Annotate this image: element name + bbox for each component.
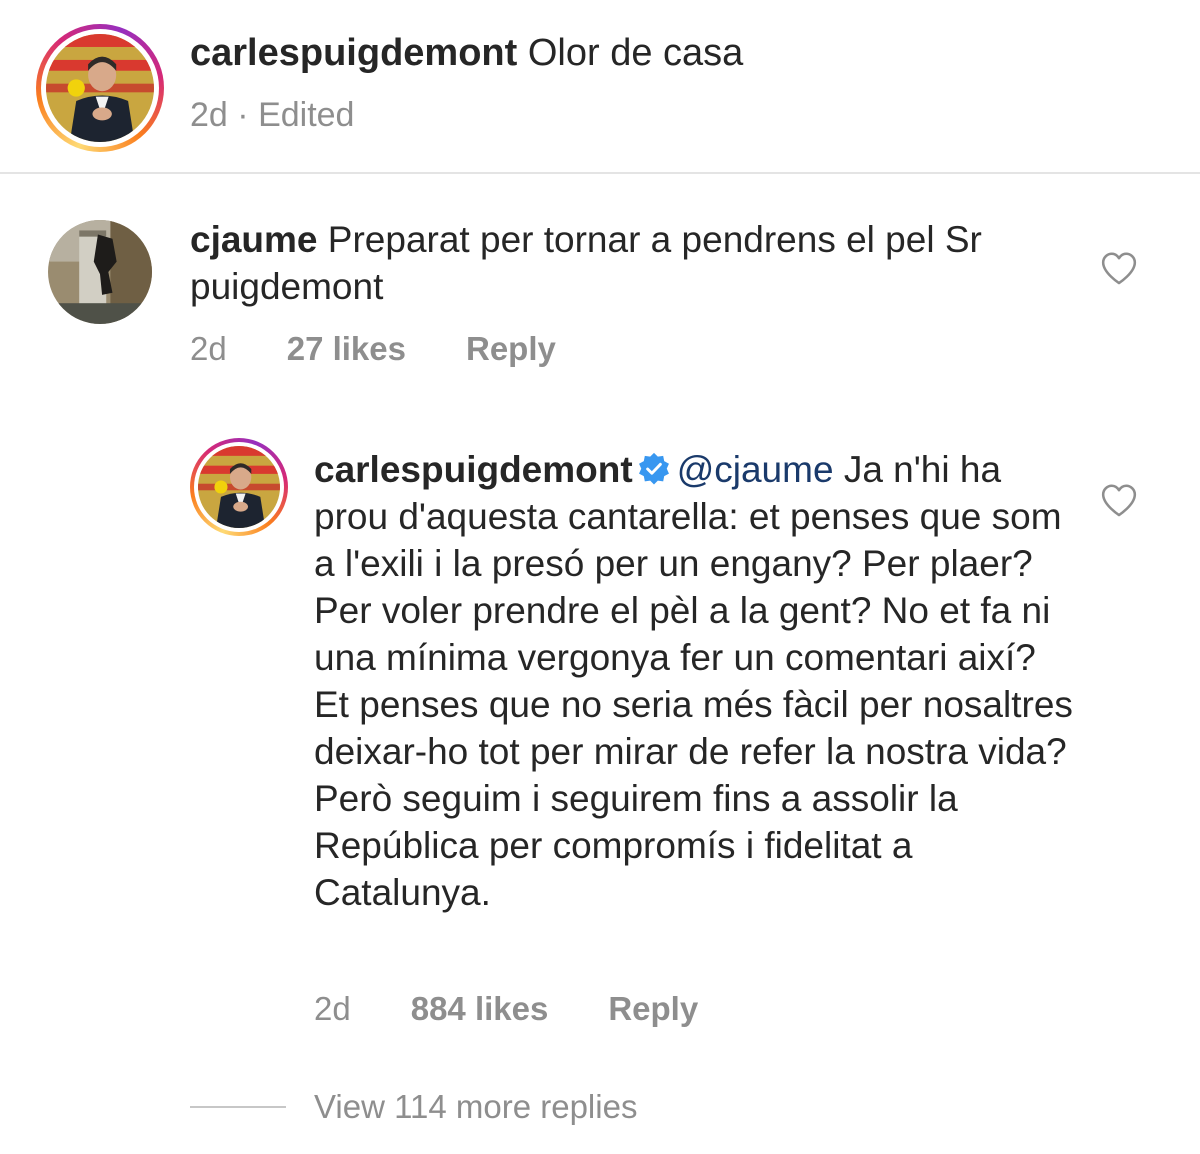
comment-likes[interactable]: 27 likes xyxy=(287,330,406,368)
comment-reply-button[interactable]: Reply xyxy=(466,330,556,368)
heart-icon[interactable] xyxy=(1100,482,1138,518)
post-meta: 2d · Edited xyxy=(190,96,354,135)
reply-text: Ja n'hi ha prou d'aquesta cantarella: et… xyxy=(314,449,1073,913)
heart-icon[interactable] xyxy=(1100,250,1138,286)
reply-reply-button[interactable]: Reply xyxy=(608,990,698,1028)
commenter-username[interactable]: cjaume xyxy=(190,219,318,260)
post-caption: carlespuigdemont Olor de casa xyxy=(190,30,743,76)
reply-time: 2d xyxy=(314,990,351,1027)
reply-likes[interactable]: 884 likes xyxy=(411,990,549,1028)
post-time: 2d xyxy=(190,96,228,134)
comment: cjaume Preparat per tornar a pendrens el… xyxy=(190,216,1070,310)
reply-username[interactable]: carlespuigdemont xyxy=(314,449,633,490)
post-caption-text: Olor de casa xyxy=(527,32,744,74)
view-more-replies[interactable]: View 114 more replies xyxy=(190,1088,637,1126)
meta-separator: · xyxy=(237,96,249,134)
post-edited-label: Edited xyxy=(258,96,355,134)
post-author-username[interactable]: carlespuigdemont xyxy=(190,32,517,74)
verified-badge-icon xyxy=(638,452,669,485)
reply-comment: carlespuigdemont @cjaume Ja n'hi ha prou … xyxy=(314,446,1074,916)
commenter-avatar[interactable] xyxy=(48,220,152,324)
view-more-label[interactable]: View 114 more replies xyxy=(314,1088,637,1126)
view-more-line xyxy=(190,1106,286,1108)
comment-time: 2d xyxy=(190,330,227,367)
reply-meta: 2d 884 likes Reply xyxy=(314,990,698,1028)
comment-meta: 2d 27 likes Reply xyxy=(190,330,556,368)
divider xyxy=(0,172,1200,174)
reply-author-avatar[interactable] xyxy=(190,438,288,536)
reply-mention-link[interactable]: @cjaume xyxy=(677,449,834,490)
post-author-avatar[interactable] xyxy=(36,24,164,152)
